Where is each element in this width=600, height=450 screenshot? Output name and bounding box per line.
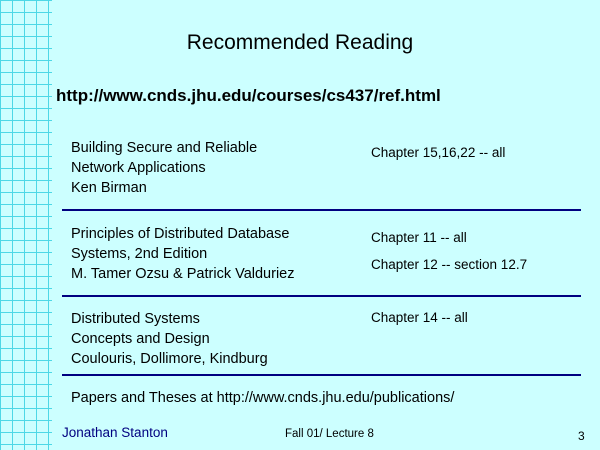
chapter-assignment: Chapter 11 -- all	[371, 230, 467, 245]
grid-background-decoration	[0, 0, 52, 450]
book-title-line: Concepts and Design	[71, 331, 210, 347]
book-author: M. Tamer Ozsu & Patrick Valduriez	[71, 266, 295, 282]
book-title-line: Systems, 2nd Edition	[71, 246, 208, 262]
chapter-list: Chapter 14 -- all	[371, 308, 581, 328]
book-citation: Building Secure and Reliable Network App…	[71, 138, 361, 198]
papers-and-theses-note: Papers and Theses at http://www.cnds.jhu…	[71, 390, 455, 406]
book-title-line: Principles of Distributed Database	[71, 226, 290, 242]
book-title-line: Distributed Systems	[71, 311, 200, 327]
book-citation: Distributed Systems Concepts and Design …	[71, 309, 361, 369]
footer-course-lecture: Fall 01/ Lecture 8	[285, 428, 374, 440]
section-divider	[62, 209, 581, 211]
section-divider	[62, 295, 581, 297]
slide-title: Recommended Reading	[186, 31, 414, 54]
book-citation: Principles of Distributed Database Syste…	[71, 224, 361, 284]
chapter-assignment: Chapter 14 -- all	[371, 310, 468, 325]
book-title-line: Building Secure and Reliable	[71, 140, 258, 156]
chapter-list: Chapter 15,16,22 -- all	[371, 143, 581, 163]
book-author: Coulouris, Dollimore, Kindburg	[71, 351, 268, 367]
section-divider	[62, 374, 581, 376]
book-title-line: Network Applications	[71, 160, 206, 176]
course-reference-url: http://www.cnds.jhu.edu/courses/cs437/re…	[56, 86, 441, 105]
footer-author: Jonathan Stanton	[62, 425, 168, 440]
chapter-assignment: Chapter 15,16,22 -- all	[371, 145, 506, 160]
chapter-list: Chapter 11 -- all Chapter 12 -- section …	[371, 228, 581, 275]
chapter-assignment: Chapter 12 -- section 12.7	[371, 257, 528, 272]
book-author: Ken Birman	[71, 180, 147, 196]
slide-page-number: 3	[578, 429, 585, 443]
